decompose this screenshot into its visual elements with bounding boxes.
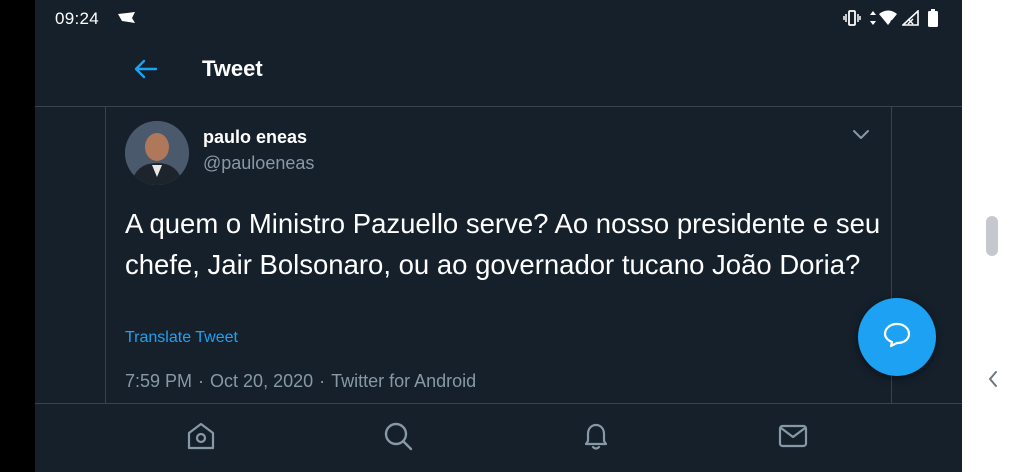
tweet-meta: 7:59 PM · Oct 20, 2020 · Twitter for Android	[125, 371, 476, 392]
page-header: Tweet	[35, 38, 962, 107]
meta-separator: ·	[319, 371, 326, 391]
avatar[interactable]	[125, 121, 189, 185]
tweet-date: Oct 20, 2020	[210, 371, 314, 391]
tweet-options-button[interactable]	[850, 127, 872, 143]
svg-text:6: 6	[890, 20, 894, 26]
vibrate-icon	[843, 10, 861, 31]
status-bar: 09:24 6	[35, 0, 962, 38]
data-arrows-icon	[869, 10, 877, 31]
messages-icon	[777, 420, 809, 457]
tweet-card: paulo eneas @pauloeneas A quem o Ministr…	[105, 107, 892, 403]
flag-icon	[117, 11, 137, 30]
notifications-icon	[580, 420, 612, 457]
scroll-handle[interactable]	[986, 216, 998, 256]
side-panel	[962, 0, 1024, 472]
tweet-time: 7:59 PM	[125, 371, 193, 391]
reply-bubble-icon	[883, 322, 911, 353]
nav-messages-button[interactable]	[775, 420, 811, 456]
tweet-text: A quem o Ministro Pazuello serve? Ao nos…	[125, 208, 881, 280]
status-time: 09:24	[55, 9, 100, 28]
translate-tweet-link[interactable]: Translate Tweet	[125, 329, 238, 347]
bottom-nav	[35, 403, 962, 472]
page-title: Tweet	[202, 56, 263, 81]
search-icon	[382, 420, 414, 457]
author-name[interactable]: paulo eneas	[203, 127, 307, 148]
chevron-down-icon	[850, 130, 872, 147]
chevron-left-icon[interactable]	[984, 366, 1002, 392]
signal-icon	[900, 9, 920, 31]
app-screen: 09:24 6 Tweet paulo eneas @pauloeneas A …	[35, 0, 962, 472]
reply-fab-button[interactable]	[858, 298, 936, 376]
meta-separator: ·	[198, 371, 205, 391]
nav-home-button[interactable]	[183, 420, 219, 456]
nav-notifications-button[interactable]	[578, 420, 614, 456]
nav-search-button[interactable]	[380, 420, 416, 456]
tweet-source[interactable]: Twitter for Android	[331, 371, 476, 391]
wifi-icon: 6	[878, 10, 898, 31]
battery-icon	[928, 9, 938, 32]
author-handle[interactable]: @pauloeneas	[203, 153, 314, 174]
back-button[interactable]	[129, 54, 163, 88]
home-icon	[185, 420, 217, 457]
arrow-left-icon	[134, 59, 158, 84]
